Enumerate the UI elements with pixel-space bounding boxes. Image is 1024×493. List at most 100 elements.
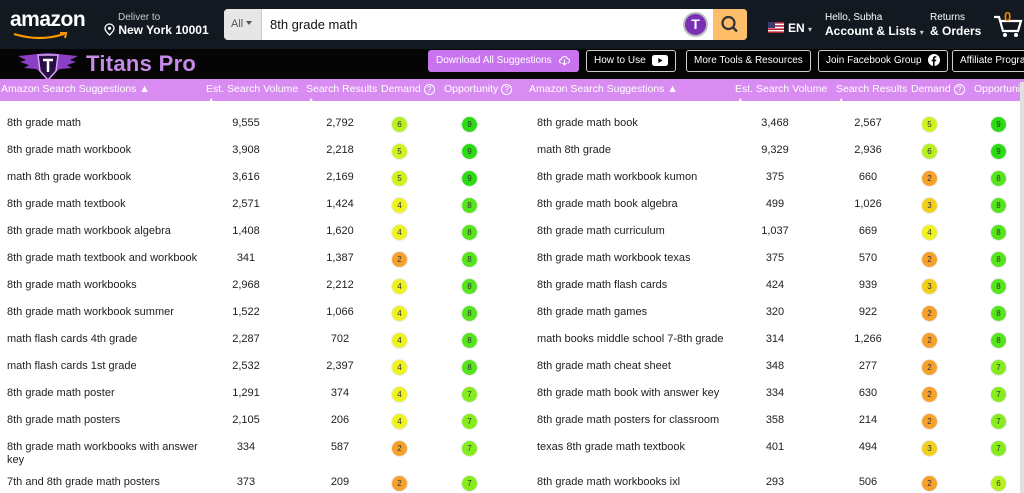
join-facebook-group-button[interactable]: Join Facebook Group bbox=[818, 50, 949, 72]
col-header-label: Demand bbox=[381, 83, 421, 95]
demand-score-badge: 4 bbox=[392, 333, 407, 348]
titans-extension-icon[interactable]: T bbox=[683, 12, 708, 37]
download-all-label: Download All Suggestions bbox=[436, 55, 552, 66]
orders-label: & Orders bbox=[930, 24, 982, 38]
help-icon[interactable]: ? bbox=[423, 84, 435, 95]
keyword-suggestion-link[interactable]: 8th grade math poster bbox=[7, 387, 202, 400]
col-header-demand-left[interactable]: Demand? bbox=[381, 83, 435, 95]
col-header-label: Est. Search Volume bbox=[206, 83, 299, 95]
keyword-suggestion-link[interactable]: math flash cards 4th grade bbox=[7, 333, 202, 346]
sort-arrow-icon: ▲ bbox=[667, 83, 678, 95]
more-tools-button[interactable]: More Tools & Resources bbox=[686, 50, 811, 72]
col-header-label: Demand bbox=[911, 83, 951, 95]
keyword-suggestion-link[interactable]: 8th grade math workbook algebra bbox=[7, 225, 202, 238]
location-pin-icon bbox=[104, 23, 115, 36]
language-select[interactable]: EN ▾ bbox=[788, 21, 812, 35]
keyword-suggestion-link[interactable]: 8th grade math textbook and workbook bbox=[7, 252, 202, 265]
opportunity-score-badge: 7 bbox=[991, 387, 1006, 402]
scrollbar[interactable] bbox=[1020, 82, 1024, 493]
affiliate-program-button[interactable]: Affiliate Progra bbox=[952, 50, 1024, 72]
search-volume-value: 1,291 bbox=[232, 387, 260, 399]
how-to-use-button[interactable]: How to Use bbox=[586, 50, 677, 72]
table-row: math flash cards 4th grade 2,287 702 4 8 math… bbox=[0, 326, 1024, 353]
keyword-suggestion-link[interactable]: 8th grade math posters for classroom bbox=[537, 414, 732, 427]
table-row: 8th grade math poster 1,291 374 4 7 8th grade… bbox=[0, 380, 1024, 407]
cart-count: 0 bbox=[1004, 9, 1012, 24]
keyword-suggestion-link[interactable]: 8th grade math games bbox=[537, 306, 732, 319]
keyword-suggestion-link[interactable]: 8th grade math bbox=[7, 117, 202, 130]
demand-score-badge: 4 bbox=[392, 225, 407, 240]
col-header-demand-right[interactable]: Demand? bbox=[911, 83, 965, 95]
account-lists-menu[interactable]: Hello, Subha Account & Lists ▾ bbox=[825, 12, 924, 40]
col-header-keyword-left[interactable]: Amazon Search Suggestions ▲ bbox=[1, 83, 150, 95]
keyword-suggestion-link[interactable]: 8th grade math flash cards bbox=[537, 279, 732, 292]
col-header-results-right[interactable]: Search Results ▲ bbox=[836, 83, 907, 107]
sort-arrow-icon: ▲ bbox=[735, 95, 746, 107]
search-category-select[interactable]: All bbox=[224, 9, 262, 40]
opportunity-score-badge: 7 bbox=[991, 360, 1006, 375]
keyword-suggestion-link[interactable]: math 8th grade workbook bbox=[7, 171, 202, 184]
help-icon[interactable]: ? bbox=[953, 84, 965, 95]
keyword-suggestion-link[interactable]: 8th grade math book bbox=[537, 117, 732, 130]
col-header-volume-right[interactable]: Est. Search Volume ▲ bbox=[735, 83, 827, 107]
demand-score-badge: 3 bbox=[922, 279, 937, 294]
chevron-down-icon bbox=[246, 21, 253, 25]
keyword-suggestion-link[interactable]: math 8th grade bbox=[537, 144, 732, 157]
returns-orders-link[interactable]: Returns & Orders bbox=[930, 12, 981, 38]
us-flag-icon[interactable] bbox=[768, 22, 784, 33]
col-header-label: Est. Search Volume bbox=[735, 83, 828, 95]
opportunity-score-badge: 8 bbox=[991, 333, 1006, 348]
search-volume-value: 375 bbox=[765, 171, 785, 183]
demand-score-badge: 2 bbox=[392, 441, 407, 456]
col-header-opportunity-left[interactable]: Opportunity? bbox=[444, 83, 513, 95]
keyword-suggestion-link[interactable]: 8th grade math workbooks bbox=[7, 279, 202, 292]
amazon-logo[interactable]: amazon bbox=[10, 8, 92, 40]
opportunity-score-badge: 9 bbox=[462, 117, 477, 132]
search-results-value: 1,026 bbox=[854, 198, 882, 210]
keyword-suggestion-link[interactable]: 8th grade math workbook kumon bbox=[537, 171, 732, 184]
keyword-suggestion-link[interactable]: 8th grade math workbooks ixl bbox=[537, 476, 732, 489]
keyword-suggestion-link[interactable]: 8th grade math cheat sheet bbox=[537, 360, 732, 373]
keyword-suggestion-link[interactable]: 8th grade math workbooks with answer key bbox=[7, 441, 202, 467]
language-label: EN bbox=[788, 21, 805, 35]
search-volume-value: 314 bbox=[765, 333, 785, 345]
col-header-results-left[interactable]: Search Results ▲ bbox=[306, 83, 377, 107]
opportunity-score-badge: 7 bbox=[991, 441, 1006, 456]
keyword-suggestion-link[interactable]: 8th grade math book with answer key bbox=[537, 387, 732, 400]
facebook-icon bbox=[928, 54, 941, 66]
keyword-suggestion-link[interactable]: 8th grade math textbook bbox=[7, 198, 202, 211]
results-table-header: Amazon Search Suggestions ▲ Est. Search … bbox=[0, 79, 1024, 107]
opportunity-score-badge: 6 bbox=[991, 476, 1006, 491]
opportunity-score-badge: 7 bbox=[462, 414, 477, 429]
keyword-suggestion-link[interactable]: math flash cards 1st grade bbox=[7, 360, 202, 373]
keyword-suggestion-link[interactable]: 8th grade math book algebra bbox=[537, 198, 732, 211]
keyword-suggestion-link[interactable]: 8th grade math posters bbox=[7, 414, 202, 427]
search-volume-value: 341 bbox=[236, 252, 256, 264]
demand-score-badge: 6 bbox=[392, 117, 407, 132]
keyword-suggestion-link[interactable]: 8th grade math workbook bbox=[7, 144, 202, 157]
search-button[interactable] bbox=[713, 9, 747, 40]
search-volume-value: 2,571 bbox=[232, 198, 260, 210]
keyword-suggestion-link[interactable]: texas 8th grade math textbook bbox=[537, 441, 732, 454]
help-icon[interactable]: ? bbox=[501, 84, 513, 95]
download-all-suggestions-button[interactable]: Download All Suggestions bbox=[428, 50, 580, 72]
opportunity-score-badge: 9 bbox=[991, 144, 1006, 159]
keyword-suggestion-link[interactable]: 8th grade math workbook summer bbox=[7, 306, 202, 319]
col-header-keyword-right[interactable]: Amazon Search Suggestions ▲ bbox=[529, 83, 678, 95]
keyword-suggestion-link[interactable]: math books middle school 7-8th grade bbox=[537, 333, 732, 346]
col-header-volume-left[interactable]: Est. Search Volume ▲ bbox=[206, 83, 298, 107]
search-results-value: 669 bbox=[858, 225, 878, 237]
search-input[interactable] bbox=[266, 9, 676, 40]
deliver-to[interactable]: Deliver to New York 10001 bbox=[104, 12, 209, 38]
opportunity-score-badge: 9 bbox=[991, 117, 1006, 132]
col-header-opportunity-right[interactable]: Opportunity? bbox=[974, 83, 1024, 95]
keyword-suggestion-link[interactable]: 7th and 8th grade math posters bbox=[7, 476, 202, 489]
search-results-value: 494 bbox=[858, 441, 878, 453]
keyword-suggestion-link[interactable]: 8th grade math workbook texas bbox=[537, 252, 732, 265]
opportunity-score-badge: 8 bbox=[462, 225, 477, 240]
keyword-suggestion-link[interactable]: 8th grade math curriculum bbox=[537, 225, 732, 238]
search-category-label: All bbox=[231, 18, 244, 30]
search-volume-value: 334 bbox=[236, 441, 256, 453]
search-results-value: 2,567 bbox=[854, 117, 882, 129]
youtube-icon bbox=[652, 55, 669, 66]
